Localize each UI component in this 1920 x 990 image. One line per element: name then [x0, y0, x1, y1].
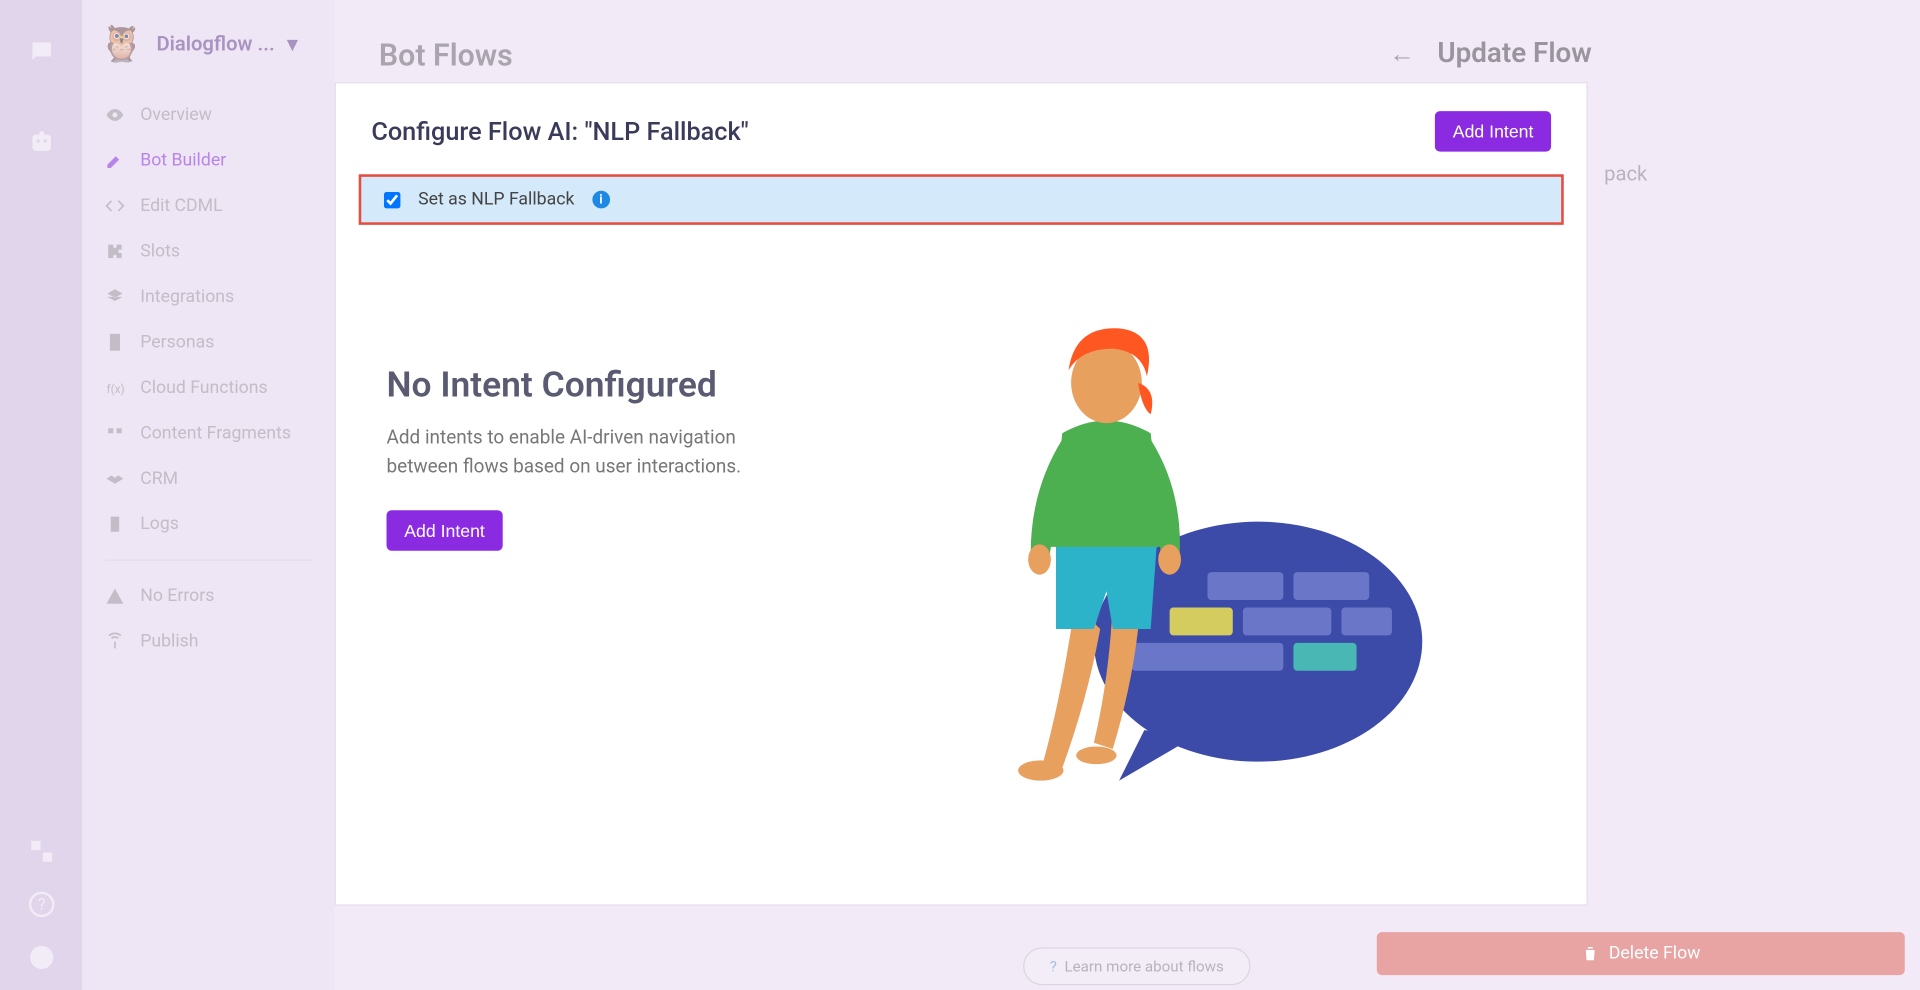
robot-icon	[27, 129, 55, 157]
sidebar: 🦉 Dialogflow ... ▾ Overview Bot Builder …	[82, 0, 335, 990]
right-breadcrumb: pack	[1604, 162, 1920, 186]
empty-state: No Intent Configured Add intents to enab…	[336, 225, 1586, 793]
layers-icon	[105, 287, 125, 307]
learn-more-pill: ? Learn more about flows	[1023, 947, 1250, 985]
nav-bot-builder: Bot Builder	[82, 138, 335, 183]
nav-cloud-functions: f(x)Cloud Functions	[82, 365, 335, 410]
page-title: Bot Flows	[379, 38, 513, 73]
owl-icon: 🦉	[100, 23, 144, 65]
illustration-person-chat	[992, 313, 1447, 793]
right-panel-header: ← Update Flow	[1389, 38, 1920, 70]
nav-content-fragments: Content Fragments	[82, 411, 335, 456]
add-intent-button-header[interactable]: Add Intent	[1435, 111, 1551, 151]
caret-down-icon: ▾	[287, 32, 297, 56]
right-panel-title: Update Flow	[1437, 38, 1591, 70]
nav-overview: Overview	[82, 92, 335, 137]
account-icon	[27, 944, 55, 972]
delete-flow-label: Delete Flow	[1609, 944, 1701, 964]
modal-header: Configure Flow AI: "NLP Fallback" Add In…	[336, 83, 1586, 174]
quote-icon	[105, 423, 125, 443]
nlp-fallback-label: Set as NLP Fallback	[418, 189, 574, 209]
eye-icon	[105, 105, 125, 125]
back-arrow-icon: ←	[1389, 38, 1414, 70]
nav-integrations: Integrations	[82, 274, 335, 319]
nav-slots: Slots	[82, 229, 335, 274]
svg-text:f(x): f(x)	[107, 382, 125, 396]
nlp-fallback-row[interactable]: Set as NLP Fallback i	[359, 174, 1564, 225]
warning-icon	[105, 586, 125, 606]
handshake-icon	[105, 469, 125, 489]
code-icon	[105, 196, 125, 216]
nlp-fallback-checkbox[interactable]	[384, 191, 400, 207]
nav-edit-cdml: Edit CDML	[82, 183, 335, 228]
chat-icon	[27, 38, 55, 66]
help-icon: ?	[27, 890, 55, 918]
nav-divider	[105, 560, 312, 561]
info-icon[interactable]: i	[592, 191, 610, 209]
configure-flow-modal: Configure Flow AI: "NLP Fallback" Add In…	[336, 83, 1586, 904]
broadcast-icon	[105, 632, 125, 652]
pencil-icon	[105, 150, 125, 170]
help-circle-icon: ?	[1050, 957, 1057, 975]
translate-icon	[27, 837, 55, 865]
function-icon: f(x)	[105, 378, 125, 398]
icon-rail: ?	[0, 0, 82, 990]
nav-personas: Personas	[82, 320, 335, 365]
add-intent-button-empty[interactable]: Add Intent	[387, 510, 503, 550]
puzzle-icon	[105, 241, 125, 261]
nav-logs: Logs	[82, 501, 335, 546]
svg-text:?: ?	[37, 895, 45, 914]
delete-flow-button[interactable]: Delete Flow	[1377, 932, 1905, 975]
empty-state-title: No Intent Configured	[387, 364, 904, 406]
modal-title: Configure Flow AI: "NLP Fallback"	[371, 116, 748, 146]
empty-state-description: Add intents to enable AI-driven navigati…	[387, 423, 791, 480]
person-icon	[105, 332, 125, 352]
nav-no-errors: No Errors	[82, 573, 335, 618]
nav-publish: Publish	[82, 619, 335, 664]
nav-crm: CRM	[82, 456, 335, 501]
clipboard-icon	[105, 514, 125, 534]
project-selector: 🦉 Dialogflow ... ▾	[82, 23, 335, 92]
project-name: Dialogflow ...	[156, 32, 274, 56]
trash-icon	[1581, 945, 1599, 963]
